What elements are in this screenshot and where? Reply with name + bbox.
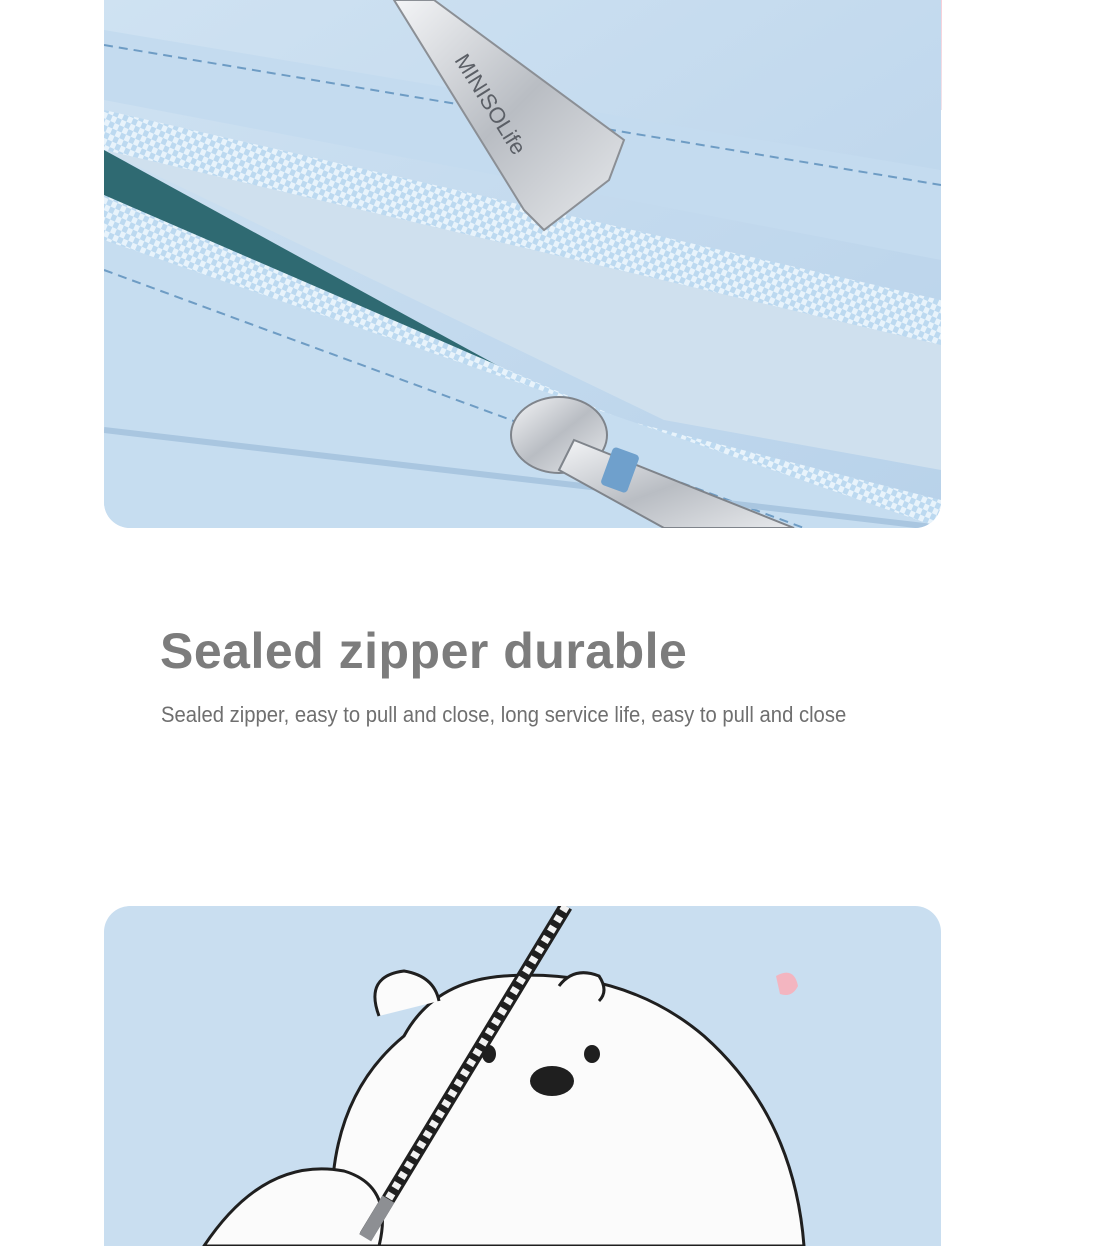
zipper-closeup-illustration: MINISOLife: [104, 0, 941, 528]
bear-print-illustration: [104, 906, 941, 1246]
feature-description: Sealed zipper, easy to pull and close, l…: [161, 702, 847, 727]
bear-eye-right: [584, 1045, 600, 1063]
bear-print-photo: [104, 906, 941, 1246]
zipper-closeup-photo: MINISOLife: [104, 0, 941, 528]
feature-title: Sealed zipper durable: [160, 623, 688, 679]
bear-nose: [530, 1066, 574, 1096]
